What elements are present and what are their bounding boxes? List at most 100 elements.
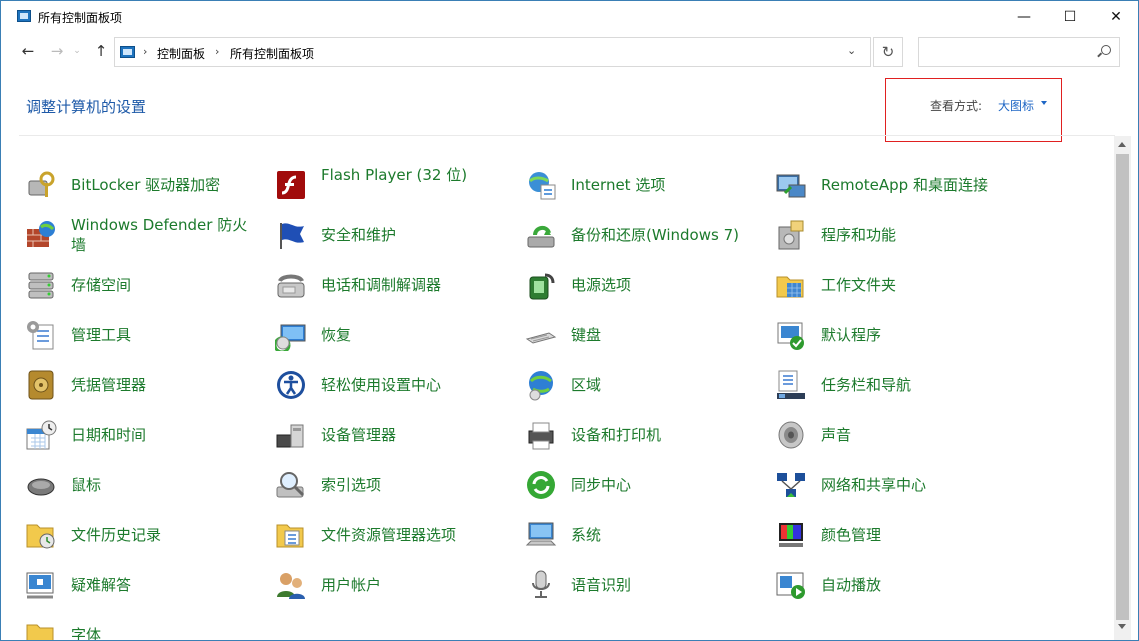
scrollbar-thumb[interactable]: [1116, 154, 1129, 620]
region-icon: [529, 371, 553, 401]
control-panel-item[interactable]: 声音: [751, 410, 991, 460]
control-panel-item[interactable]: 键盘: [501, 310, 741, 360]
control-panel-item-label: 管理工具: [71, 326, 132, 344]
maximize-button[interactable]: ☐: [1047, 1, 1093, 32]
control-panel-item-label: 字体: [71, 626, 102, 640]
control-panel-item-label: 系统: [571, 526, 602, 544]
control-panel-item-label: 自动播放: [821, 576, 882, 594]
storage-spaces-icon: [28, 272, 54, 299]
flash-player-icon: [277, 171, 305, 199]
forward-button[interactable]: →: [47, 42, 67, 60]
breadcrumb-separator[interactable]: ›: [215, 45, 219, 58]
admin-tools-icon: [27, 321, 54, 350]
control-panel-item-label: 凭据管理器: [71, 376, 147, 394]
control-panel-item-label: 工作文件夹: [821, 276, 897, 294]
user-accounts-icon: [277, 573, 305, 599]
control-panel-item[interactable]: 颜色管理: [751, 510, 991, 560]
scroll-up-arrow-icon[interactable]: [1118, 142, 1126, 147]
ease-of-access-icon: [277, 371, 305, 399]
control-panel-item[interactable]: 电话和调制解调器: [251, 260, 491, 310]
search-icon[interactable]: [1101, 45, 1111, 55]
address-bar[interactable]: › 控制面板 › 所有控制面板项 ⌄: [114, 37, 871, 67]
navigation-bar: ← → ⌄ ↑ › 控制面板 › 所有控制面板项 ⌄ ↻: [1, 34, 1138, 68]
control-panel-item[interactable]: Flash Player (32 位): [251, 160, 491, 210]
control-panel-item[interactable]: 凭据管理器: [1, 360, 241, 410]
control-panel-item[interactable]: 文件资源管理器选项: [251, 510, 491, 560]
control-panel-item[interactable]: 轻松使用设置中心: [251, 360, 491, 410]
control-panel-item-label: 文件历史记录: [71, 526, 162, 544]
breadcrumb-control-panel[interactable]: 控制面板: [157, 45, 205, 62]
search-input[interactable]: [918, 37, 1120, 67]
fonts-icon: [26, 624, 54, 640]
control-panel-item[interactable]: 区域: [501, 360, 741, 410]
bitlocker-icon: [28, 171, 55, 197]
control-panel-item[interactable]: 管理工具: [1, 310, 241, 360]
control-panel-item[interactable]: 设备和打印机: [501, 410, 741, 460]
control-panel-item[interactable]: 恢复: [251, 310, 491, 360]
control-panel-item[interactable]: 电源选项: [501, 260, 741, 310]
control-panel-item[interactable]: Windows Defender 防火墙: [1, 210, 247, 260]
window-title: 所有控制面板项: [38, 11, 123, 25]
credential-manager-icon: [28, 370, 54, 400]
breadcrumb-all-items[interactable]: 所有控制面板项: [230, 45, 314, 62]
control-panel-item[interactable]: 设备管理器: [251, 410, 491, 460]
control-panel-item-label: 程序和功能: [821, 226, 897, 244]
recent-locations-button[interactable]: ⌄: [71, 42, 83, 60]
control-panel-item[interactable]: 系统: [501, 510, 741, 560]
up-button[interactable]: ↑: [91, 42, 111, 60]
control-panel-item[interactable]: 程序和功能: [751, 210, 991, 260]
phone-modem-icon: [277, 274, 305, 298]
control-panel-item[interactable]: 字体: [1, 610, 241, 640]
speech-recognition-icon: [532, 570, 550, 598]
devices-printers-icon: [528, 422, 554, 450]
control-panel-item[interactable]: 安全和维护: [251, 210, 491, 260]
control-panel-item-label: 轻松使用设置中心: [321, 376, 442, 394]
control-panel-item[interactable]: 工作文件夹: [751, 260, 991, 310]
address-dropdown-button[interactable]: ⌄: [847, 44, 856, 57]
control-panel-item-label: 用户帐户: [321, 576, 382, 594]
control-panel-item-label: 任务栏和导航: [821, 376, 912, 394]
programs-icon: [778, 220, 804, 250]
control-panel-item[interactable]: 文件历史记录: [1, 510, 241, 560]
control-panel-icon: [120, 46, 135, 58]
control-panel-item[interactable]: 默认程序: [751, 310, 991, 360]
close-button[interactable]: ✕: [1093, 1, 1138, 32]
control-panel-item-label: 设备和打印机: [571, 426, 662, 444]
refresh-button[interactable]: ↻: [873, 37, 903, 67]
control-panel-item-label: 疑难解答: [71, 576, 132, 594]
control-panel-item[interactable]: 日期和时间: [1, 410, 241, 460]
control-panel-item-label: 备份和还原(Windows 7): [571, 226, 739, 244]
control-panel-item[interactable]: 索引选项: [251, 460, 491, 510]
control-panel-item-label: 默认程序: [821, 326, 882, 344]
control-panel-item[interactable]: 语音识别: [501, 560, 741, 610]
breadcrumb-separator[interactable]: ›: [143, 45, 147, 58]
back-button[interactable]: ←: [18, 42, 38, 60]
scroll-down-arrow-icon[interactable]: [1118, 624, 1126, 629]
taskbar-icon: [777, 370, 805, 399]
control-panel-item[interactable]: 同步中心: [501, 460, 741, 510]
minimize-button[interactable]: —: [1001, 1, 1047, 32]
control-panel-item[interactable]: RemoteApp 和桌面连接: [751, 160, 991, 210]
control-panel-item-label: 文件资源管理器选项: [321, 526, 457, 544]
vertical-scrollbar[interactable]: [1114, 136, 1131, 640]
control-panel-item[interactable]: 存储空间: [1, 260, 241, 310]
control-panel-item-label: 区域: [571, 376, 602, 394]
control-panel-item[interactable]: 疑难解答: [1, 560, 241, 610]
control-panel-item-label: Windows Defender 防火墙: [71, 216, 248, 254]
page-title: 调整计算机的设置: [26, 98, 147, 116]
control-panel-item-label: Internet 选项: [571, 176, 666, 194]
control-panel-item[interactable]: 自动播放: [751, 560, 991, 610]
control-panel-item[interactable]: 备份和还原(Windows 7): [501, 210, 741, 260]
control-panel-item[interactable]: 鼠标: [1, 460, 241, 510]
control-panel-item[interactable]: 网络和共享中心: [751, 460, 991, 510]
indexing-icon: [276, 472, 305, 498]
control-panel-item-label: 电话和调制解调器: [321, 276, 442, 294]
sync-center-icon: [527, 471, 555, 499]
control-panel-item[interactable]: Internet 选项: [501, 160, 741, 210]
control-panel-icon: [17, 10, 31, 22]
control-panel-item[interactable]: 用户帐户: [251, 560, 491, 610]
control-panel-item-label: 键盘: [571, 326, 602, 344]
troubleshooting-icon: [26, 572, 54, 599]
control-panel-item[interactable]: BitLocker 驱动器加密: [1, 160, 241, 210]
control-panel-item[interactable]: 任务栏和导航: [751, 360, 991, 410]
